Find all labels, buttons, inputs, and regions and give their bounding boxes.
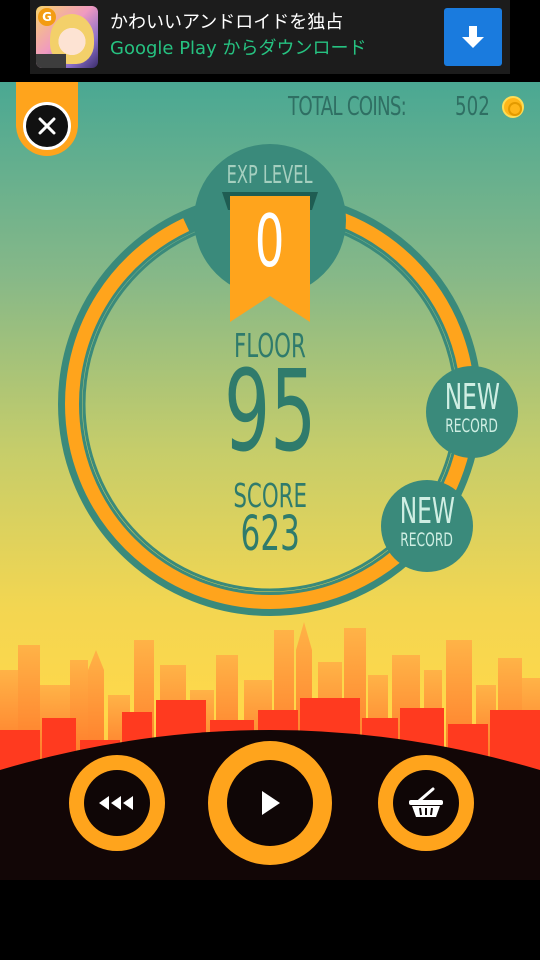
new-record-badge-floor: NEW RECORD — [426, 366, 518, 458]
exp-level-label-text: EXP LEVEL — [227, 160, 313, 189]
play-icon — [262, 791, 280, 815]
rewind-button-inner[interactable] — [84, 770, 150, 836]
badge-line2: RECORD — [445, 415, 499, 437]
floor-value-text: 95 — [223, 347, 317, 477]
rewind-button[interactable] — [69, 755, 165, 851]
shop-button-inner[interactable] — [393, 770, 459, 836]
badge-line1: NEW — [399, 491, 455, 532]
close-icon — [38, 117, 56, 135]
badge-line2: RECORD — [400, 529, 454, 551]
exp-level-value: 0 — [230, 196, 310, 286]
shopping-basket-icon — [409, 787, 443, 817]
exp-level-label: EXP LEVEL — [0, 160, 540, 189]
new-record-badge-score: NEW RECORD — [381, 480, 473, 572]
rewind-icon — [99, 796, 133, 810]
score-value-text: 623 — [240, 506, 300, 562]
shop-button[interactable] — [378, 755, 474, 851]
ground-bottom — [0, 880, 540, 960]
total-coins-value: 502 — [455, 92, 490, 122]
coin-icon — [502, 96, 524, 118]
close-button[interactable] — [23, 102, 71, 150]
play-button[interactable] — [208, 741, 332, 865]
exp-level-value-text: 0 — [255, 199, 285, 283]
play-button-inner[interactable] — [227, 760, 313, 846]
total-coins-label: TOTAL COINS: — [288, 92, 407, 122]
badge-line1: NEW — [444, 377, 500, 418]
